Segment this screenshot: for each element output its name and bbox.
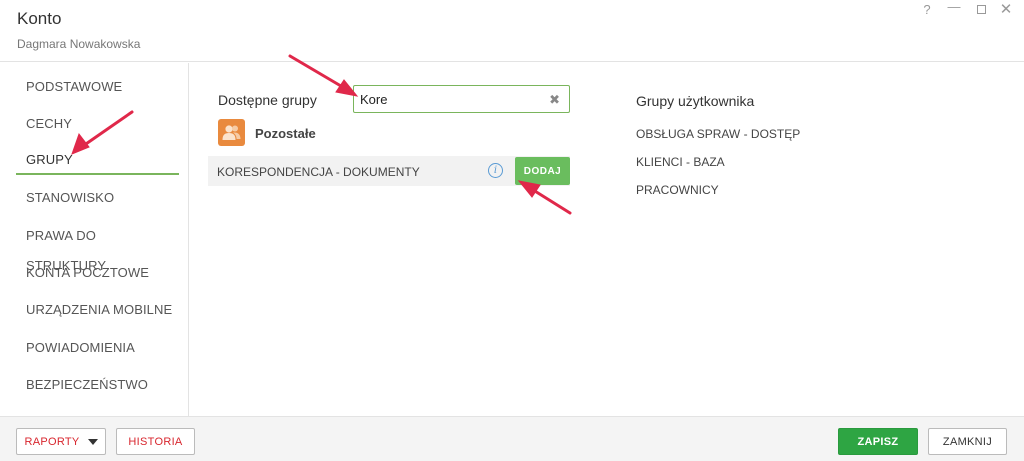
info-icon[interactable]: i: [488, 163, 503, 178]
history-button[interactable]: HISTORIA: [116, 428, 195, 455]
list-item: KORESPONDENCJA - DOKUMENTY i DODAJ: [208, 156, 570, 186]
dialog-header: Konto Dagmara Nowakowska ? — ✕: [0, 0, 1024, 62]
group-name: KORESPONDENCJA - DOKUMENTY: [217, 165, 420, 179]
user-groups-title: Grupy użytkownika: [636, 93, 755, 109]
groups-panel: Dostępne grupy ✖ Pozostałe KORESPONDENCJ…: [190, 63, 1024, 416]
dialog-title: Konto: [17, 9, 62, 28]
reports-label: RAPORTY: [24, 435, 80, 448]
help-icon[interactable]: ?: [920, 3, 934, 17]
save-button[interactable]: ZAPISZ: [838, 428, 918, 455]
clear-icon[interactable]: ✖: [549, 92, 560, 108]
sidebar-item-powiadomienia[interactable]: POWIADOMIENIA: [16, 333, 179, 363]
sidebar-item-stanowisko[interactable]: STANOWISKO: [16, 183, 179, 213]
user-group-item: KLIENCI - BAZA: [636, 155, 725, 169]
sidebar-item-podstawowe[interactable]: PODSTAWOWE: [16, 72, 179, 102]
category-label: Pozostałe: [255, 126, 316, 141]
caret-down-icon: [87, 438, 98, 445]
add-group-button[interactable]: DODAJ: [515, 157, 570, 185]
maximize-icon[interactable]: [974, 3, 988, 17]
sidebar-item-urzadzenia-mobilne[interactable]: URZĄDZENIA MOBILNE: [16, 295, 179, 325]
minimize-icon[interactable]: —: [947, 0, 961, 14]
user-group-item: OBSŁUGA SPRAW - DOSTĘP: [636, 127, 801, 141]
group-search-box[interactable]: ✖: [353, 85, 570, 113]
sidebar-item-konta-pocztowe[interactable]: KONTA POCZTOWE: [16, 258, 179, 288]
close-icon[interactable]: ✕: [999, 2, 1013, 17]
close-button[interactable]: ZAMKNIJ: [928, 428, 1007, 455]
sidebar-item-prawa-do-struktury[interactable]: PRAWA DO STRUKTURY: [16, 221, 179, 273]
dialog-footer: RAPORTY HISTORIA ZAPISZ ZAMKNIJ: [0, 416, 1024, 461]
users-icon: [218, 119, 245, 146]
group-search-input[interactable]: [360, 90, 540, 108]
reports-dropdown-button[interactable]: RAPORTY: [16, 428, 106, 455]
sidebar-item-cechy[interactable]: CECHY: [16, 109, 179, 139]
sidebar-item-grupy[interactable]: GRUPY: [16, 145, 179, 175]
user-group-item: PRACOWNICY: [636, 183, 719, 197]
available-groups-label: Dostępne grupy: [218, 92, 317, 108]
dialog-subtitle: Dagmara Nowakowska: [17, 37, 141, 51]
sidebar-nav: PODSTAWOWE CECHY GRUPY STANOWISKO PRAWA …: [0, 63, 189, 416]
sidebar-item-bezpieczenstwo[interactable]: BEZPIECZEŃSTWO: [16, 370, 179, 400]
